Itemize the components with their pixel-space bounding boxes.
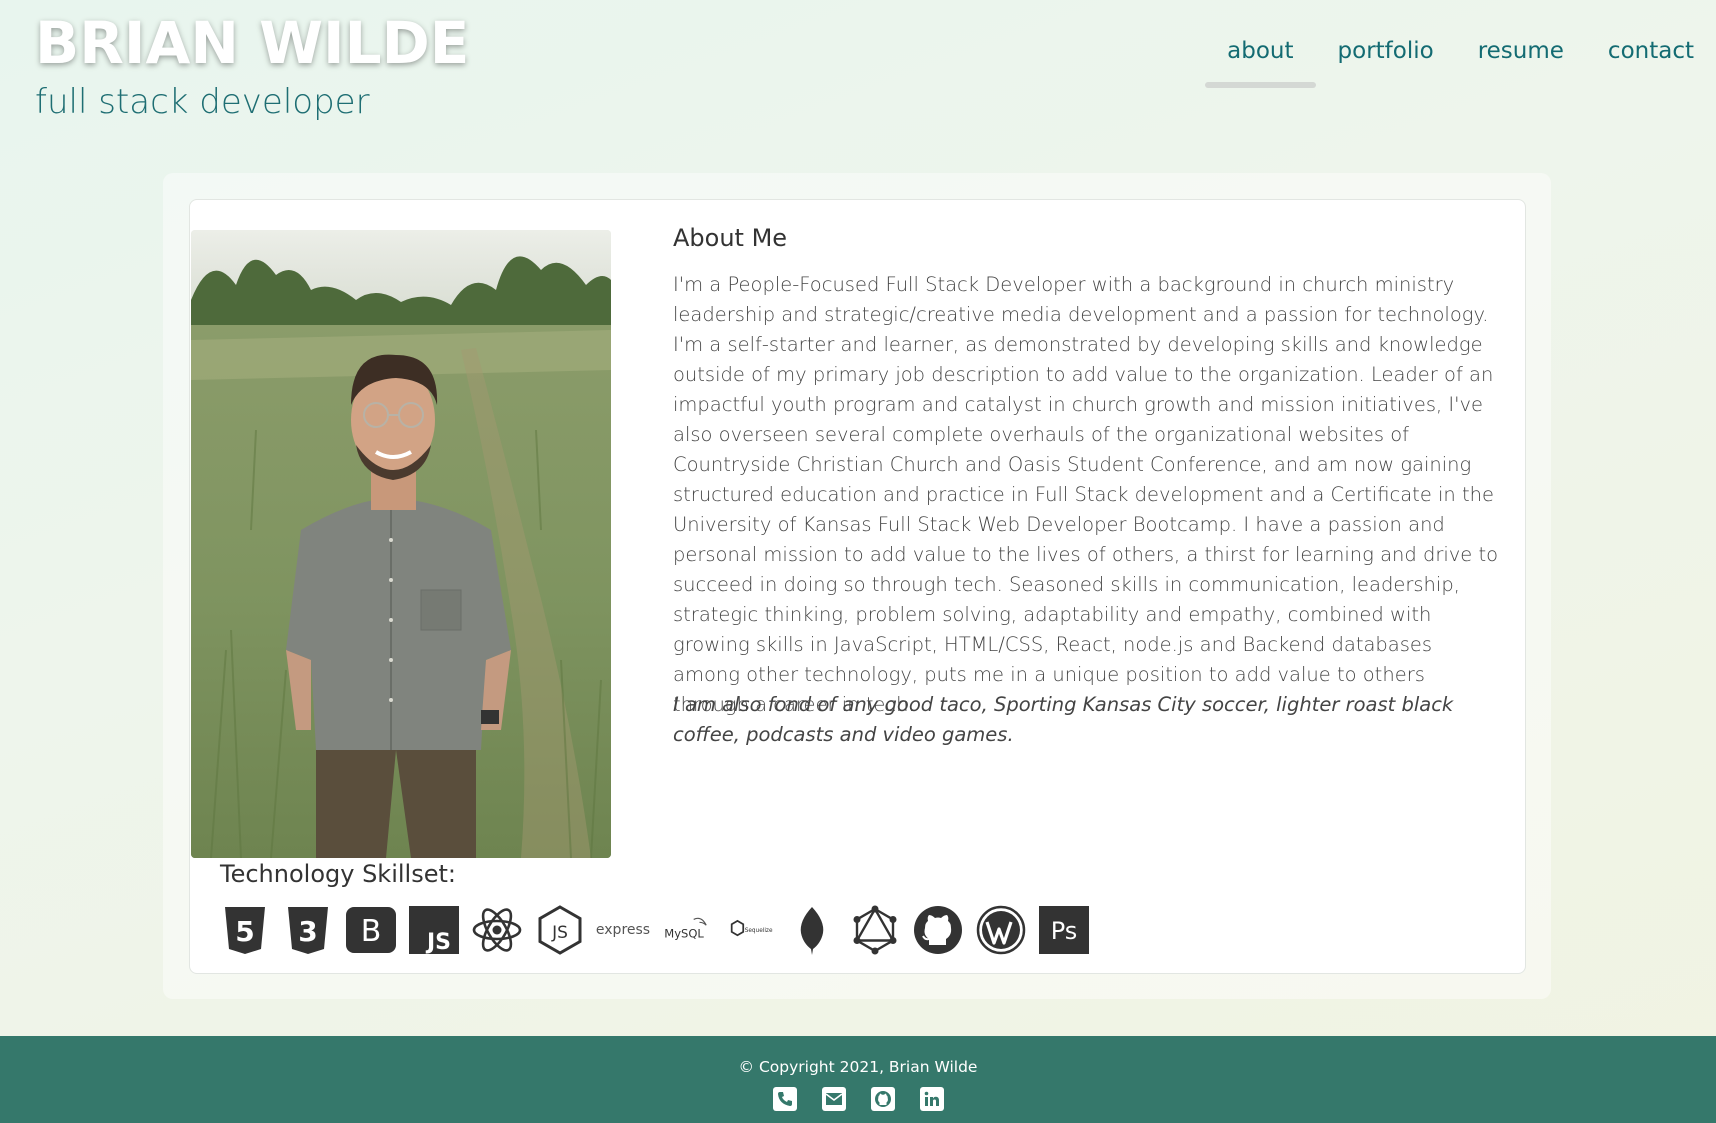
nav-contact[interactable]: contact <box>1586 30 1716 86</box>
github-icon[interactable] <box>870 1086 895 1111</box>
footer-links <box>0 1086 1716 1111</box>
nav-about[interactable]: about <box>1205 30 1316 88</box>
css3-icon: 3 <box>283 905 333 955</box>
about-body: I'm a People-Focused Full Stack Develope… <box>673 273 1499 716</box>
about-fun-facts: I am also fond of any good taco, Sportin… <box>673 693 1454 746</box>
copyright: © Copyright 2021, Brian Wilde <box>738 1058 978 1076</box>
svg-text:JS: JS <box>425 930 451 955</box>
site-title: BRIAN WILDE <box>35 9 470 77</box>
wordpress-icon <box>976 905 1026 955</box>
github-icon <box>913 905 963 955</box>
svg-text:B: B <box>361 914 382 949</box>
html5-icon: 5 <box>220 905 270 955</box>
profile-photo <box>191 230 611 858</box>
about-title: About Me <box>673 224 788 252</box>
javascript-icon: JS <box>409 905 459 955</box>
phone-icon[interactable] <box>772 1086 797 1111</box>
brand: BRIAN WILDE full stack developer <box>35 8 469 122</box>
nav-portfolio[interactable]: portfolio <box>1316 30 1456 86</box>
react-icon <box>472 905 522 955</box>
footer: © Copyright 2021, Brian Wilde <box>0 1036 1716 1123</box>
mysql-icon: MySQL <box>661 905 711 955</box>
svg-text:JS: JS <box>551 923 568 943</box>
site-tagline: full stack developer <box>35 82 370 122</box>
photoshop-icon: Ps <box>1039 905 1089 955</box>
about-card: About Me I'm a People-Focused Full Stack… <box>189 199 1526 974</box>
skills-title: Technology Skillset: <box>220 860 456 888</box>
main-nav: about portfolio resume contact <box>1205 30 1716 88</box>
nav-resume[interactable]: resume <box>1456 30 1586 86</box>
svg-text:5: 5 <box>235 915 254 948</box>
email-icon[interactable] <box>821 1086 846 1111</box>
sequelize-icon: Sequelize <box>724 905 774 955</box>
graphql-icon <box>850 905 900 955</box>
bootstrap-icon: B <box>346 905 396 955</box>
svg-text:Ps: Ps <box>1051 917 1078 945</box>
svg-text:3: 3 <box>298 915 317 948</box>
skills-list: 5 3 B JS JS express MySQL Sequelize Ps <box>220 905 1089 955</box>
nodejs-icon: JS <box>535 905 585 955</box>
mongodb-icon <box>787 905 837 955</box>
svg-text:MySQL: MySQL <box>664 927 704 941</box>
about-section: About Me I'm a People-Focused Full Stack… <box>163 173 1551 999</box>
svg-text:Sequelize: Sequelize <box>745 928 773 934</box>
linkedin-icon[interactable] <box>919 1086 944 1111</box>
express-icon: express <box>595 922 651 938</box>
